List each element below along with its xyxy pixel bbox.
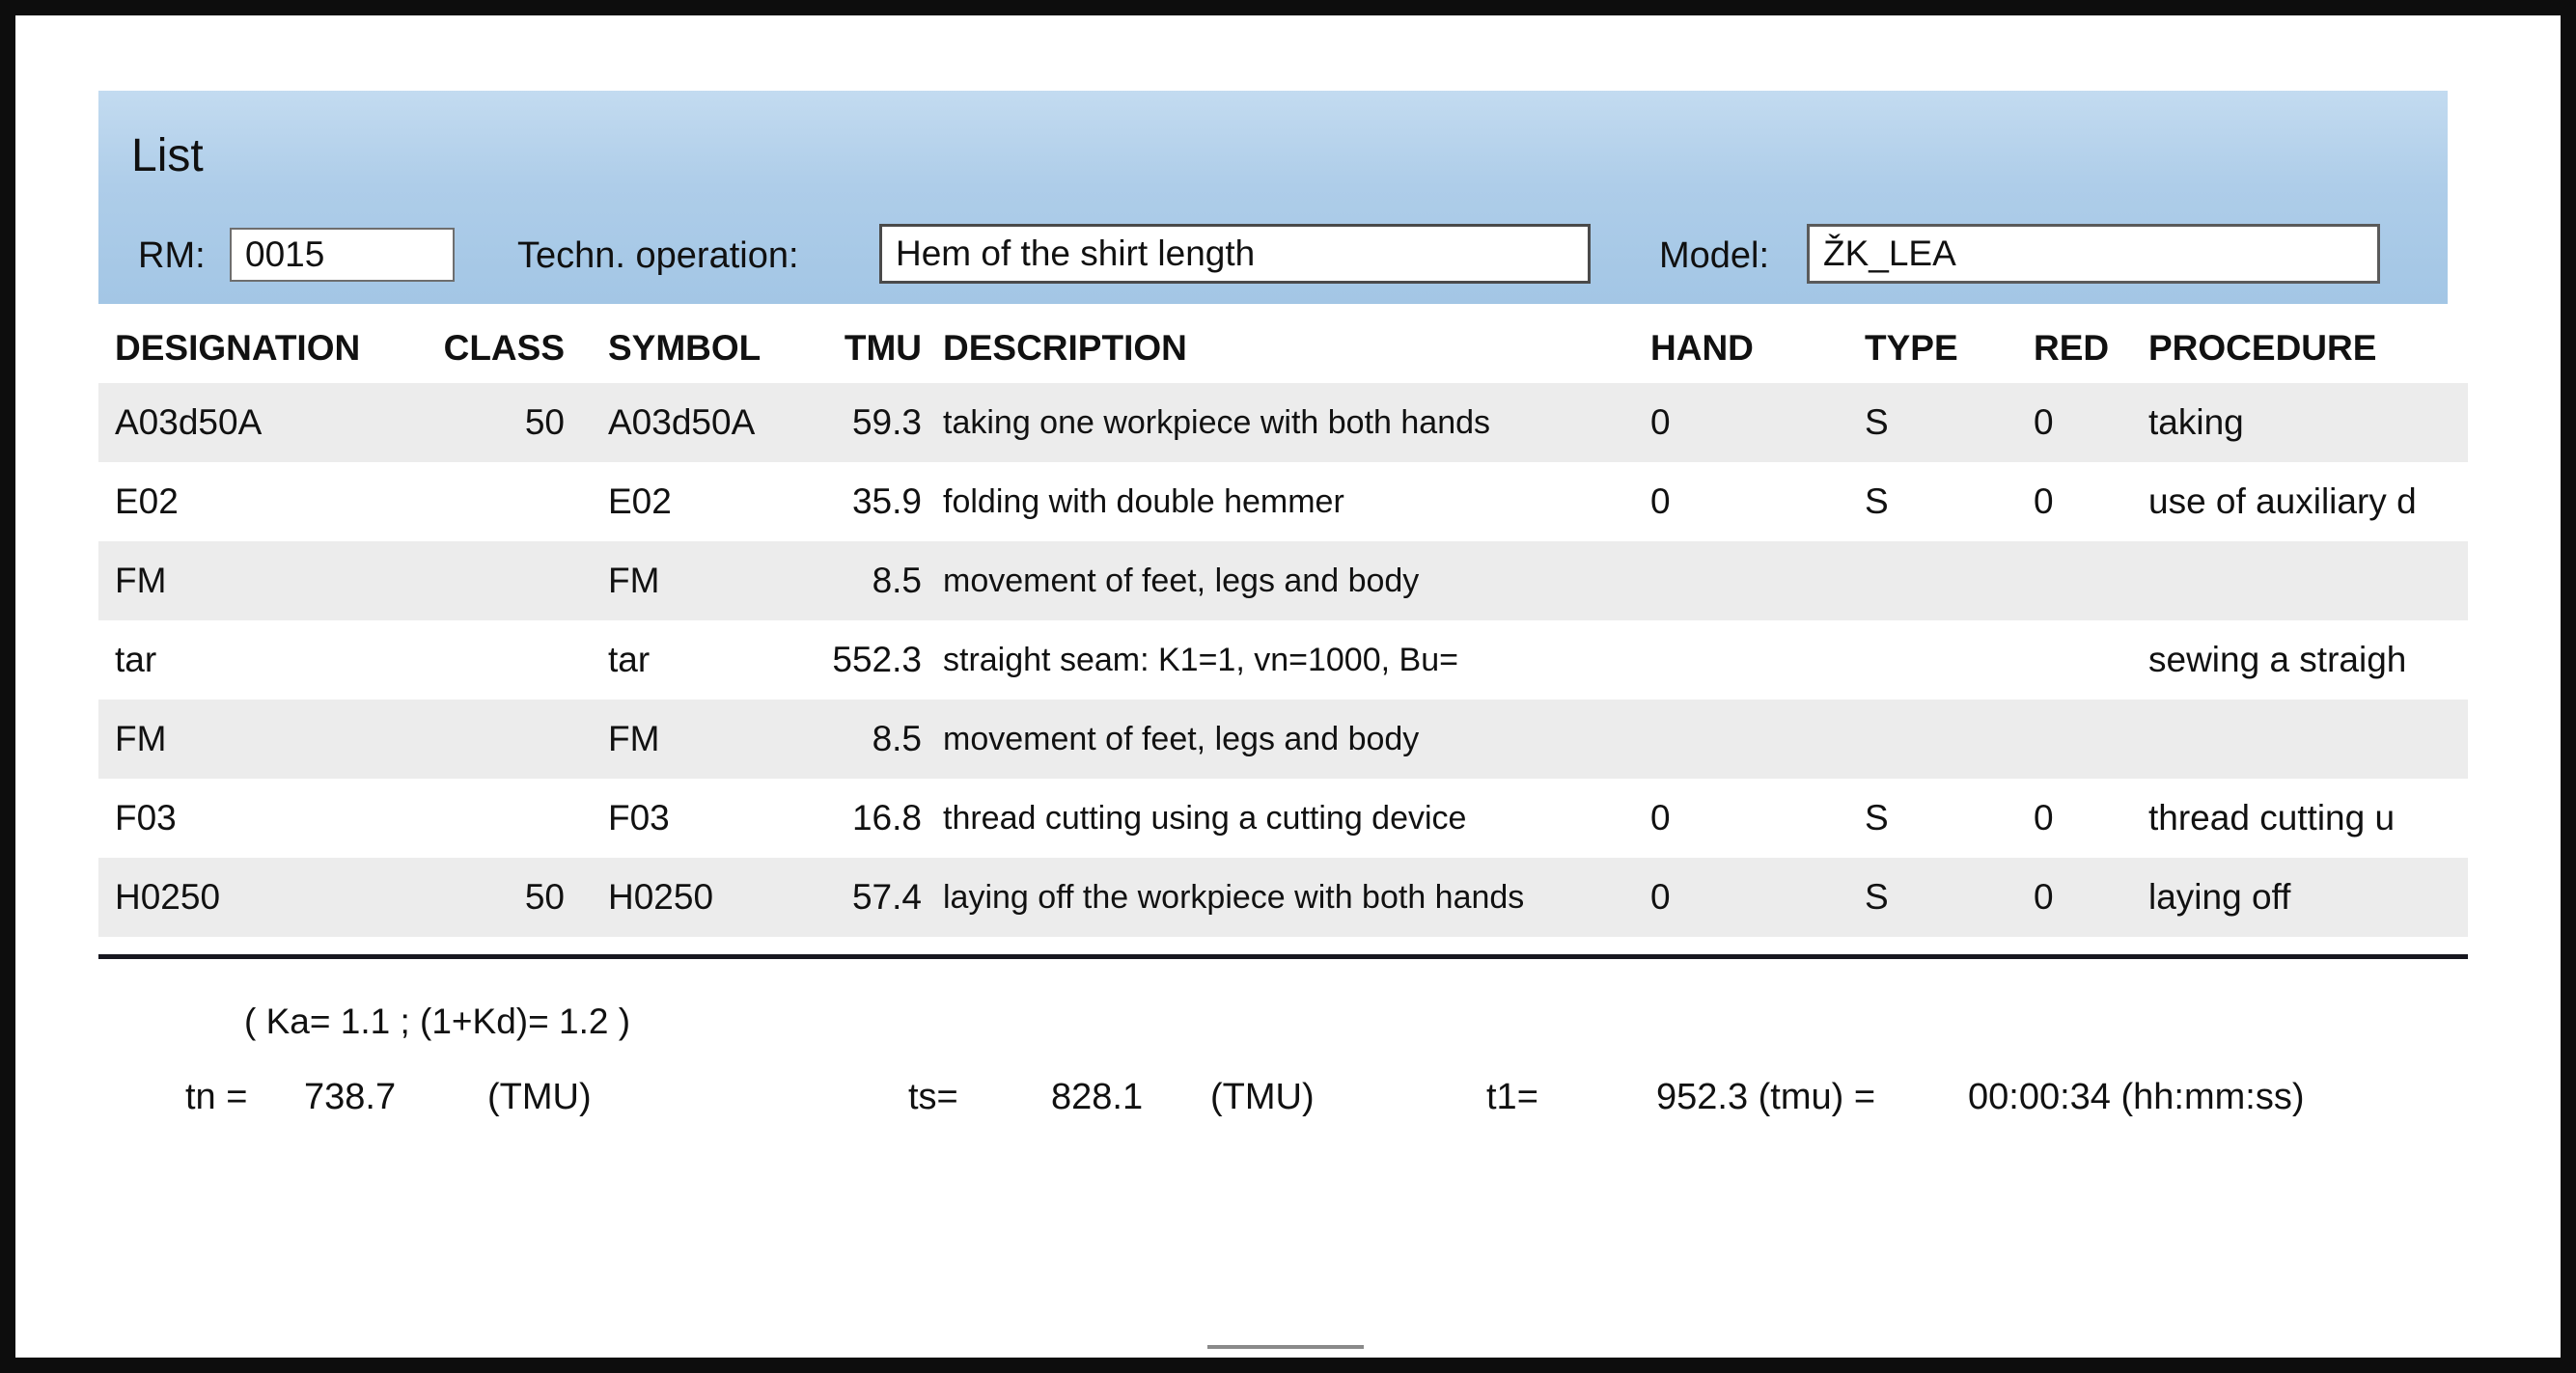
cell-tmu: 8.5 (774, 719, 924, 759)
cell-class: 50 (431, 402, 567, 443)
table-row[interactable]: A03d50A 50 A03d50A 59.3 taking one workp… (98, 383, 2468, 462)
cell-designation: F03 (98, 798, 431, 838)
cell-tmu: 8.5 (774, 561, 924, 601)
list-window: List RM: Techn. operation: Model: DESIGN… (0, 0, 2576, 1373)
cell-hand: 0 (1633, 481, 1847, 522)
bottom-edge-mark (1207, 1345, 1364, 1349)
cell-tmu: 16.8 (774, 798, 924, 838)
cell-description: taking one workpiece with both hands (924, 404, 1633, 442)
t1-time: 00:00:34 (hh:mm:ss) (1968, 1077, 2304, 1118)
column-header-class: CLASS (431, 328, 567, 369)
cell-symbol: FM (567, 561, 774, 601)
cell-type: S (1847, 402, 2014, 443)
coefficients-text: ( Ka= 1.1 ; (1+Kd)= 1.2 ) (244, 1002, 630, 1042)
cell-symbol: A03d50A (567, 402, 774, 443)
cell-symbol: E02 (567, 481, 774, 522)
t1-value: 952.3 (tmu) = (1656, 1077, 1875, 1118)
table-header-row: DESIGNATION CLASS SYMBOL TMU DESCRIPTION… (98, 314, 2468, 383)
table-row[interactable]: H0250 50 H0250 57.4 laying off the workp… (98, 858, 2468, 937)
cell-description: movement of feet, legs and body (924, 721, 1633, 758)
cell-red: 0 (2014, 877, 2131, 918)
cell-class: 50 (431, 877, 567, 918)
cell-hand: 0 (1633, 798, 1847, 838)
cell-hand: 0 (1633, 877, 1847, 918)
cell-hand: 0 (1633, 402, 1847, 443)
cell-tmu: 57.4 (774, 877, 924, 918)
cell-procedure: taking (2131, 402, 2468, 443)
cell-description: folding with double hemmer (924, 483, 1633, 521)
form-header: List RM: Techn. operation: Model: (98, 91, 2448, 304)
model-input[interactable] (1807, 224, 2380, 284)
cell-symbol: H0250 (567, 877, 774, 918)
column-header-hand: HAND (1633, 328, 1847, 369)
tn-unit: (TMU) (487, 1077, 592, 1118)
cell-designation: A03d50A (98, 402, 431, 443)
table-row[interactable]: tar tar 552.3 straight seam: K1=1, vn=10… (98, 620, 2468, 700)
cell-description: thread cutting using a cutting device (924, 800, 1633, 838)
page-title: List (131, 129, 204, 182)
cell-tmu: 35.9 (774, 481, 924, 522)
tn-label: tn = (185, 1077, 247, 1118)
rm-label: RM: (138, 235, 206, 277)
tn-value: 738.7 (304, 1077, 396, 1118)
model-label: Model: (1659, 235, 1769, 277)
ts-label: ts= (908, 1077, 958, 1118)
cell-designation: H0250 (98, 877, 431, 918)
cell-designation: FM (98, 719, 431, 759)
cell-symbol: F03 (567, 798, 774, 838)
cell-description: straight seam: K1=1, vn=1000, Bu= (924, 642, 1633, 679)
column-header-designation: DESIGNATION (98, 328, 431, 369)
rm-input[interactable] (230, 228, 455, 282)
t1-label: t1= (1486, 1077, 1538, 1118)
cell-procedure: thread cutting u (2131, 798, 2468, 838)
cell-designation: tar (98, 640, 431, 680)
cell-procedure: use of auxiliary d (2131, 481, 2468, 522)
cell-type: S (1847, 481, 2014, 522)
cell-description: laying off the workpiece with both hands (924, 879, 1633, 917)
cell-red: 0 (2014, 402, 2131, 443)
table-row[interactable]: FM FM 8.5 movement of feet, legs and bod… (98, 541, 2468, 620)
cell-tmu: 59.3 (774, 402, 924, 443)
column-header-symbol: SYMBOL (567, 328, 774, 369)
cell-red: 0 (2014, 481, 2131, 522)
table-bottom-rule (98, 954, 2468, 959)
totals-line: tn = 738.7 (TMU) ts= 828.1 (TMU) t1= 952… (15, 1077, 2576, 1127)
ts-unit: (TMU) (1210, 1077, 1315, 1118)
cell-designation: E02 (98, 481, 431, 522)
column-header-red: RED (2014, 328, 2131, 369)
cell-designation: FM (98, 561, 431, 601)
table-row[interactable]: F03 F03 16.8 thread cutting using a cutt… (98, 779, 2468, 858)
table-row[interactable]: FM FM 8.5 movement of feet, legs and bod… (98, 700, 2468, 779)
column-header-description: DESCRIPTION (924, 328, 1633, 369)
techn-operation-label: Techn. operation: (517, 235, 799, 277)
cell-type: S (1847, 798, 2014, 838)
cell-description: movement of feet, legs and body (924, 563, 1633, 600)
cell-red: 0 (2014, 798, 2131, 838)
column-header-procedure: PROCEDURE (2131, 328, 2468, 369)
cell-tmu: 552.3 (774, 640, 924, 680)
column-header-type: TYPE (1847, 328, 2014, 369)
cell-symbol: FM (567, 719, 774, 759)
cell-symbol: tar (567, 640, 774, 680)
table-row[interactable]: E02 E02 35.9 folding with double hemmer … (98, 462, 2468, 541)
cell-type: S (1847, 877, 2014, 918)
ts-value: 828.1 (1051, 1077, 1143, 1118)
techn-operation-input[interactable] (879, 224, 1591, 284)
column-header-tmu: TMU (774, 328, 924, 369)
cell-procedure: sewing a straigh (2131, 640, 2468, 680)
cell-procedure: laying off (2131, 877, 2468, 918)
operation-table: DESIGNATION CLASS SYMBOL TMU DESCRIPTION… (98, 314, 2468, 937)
